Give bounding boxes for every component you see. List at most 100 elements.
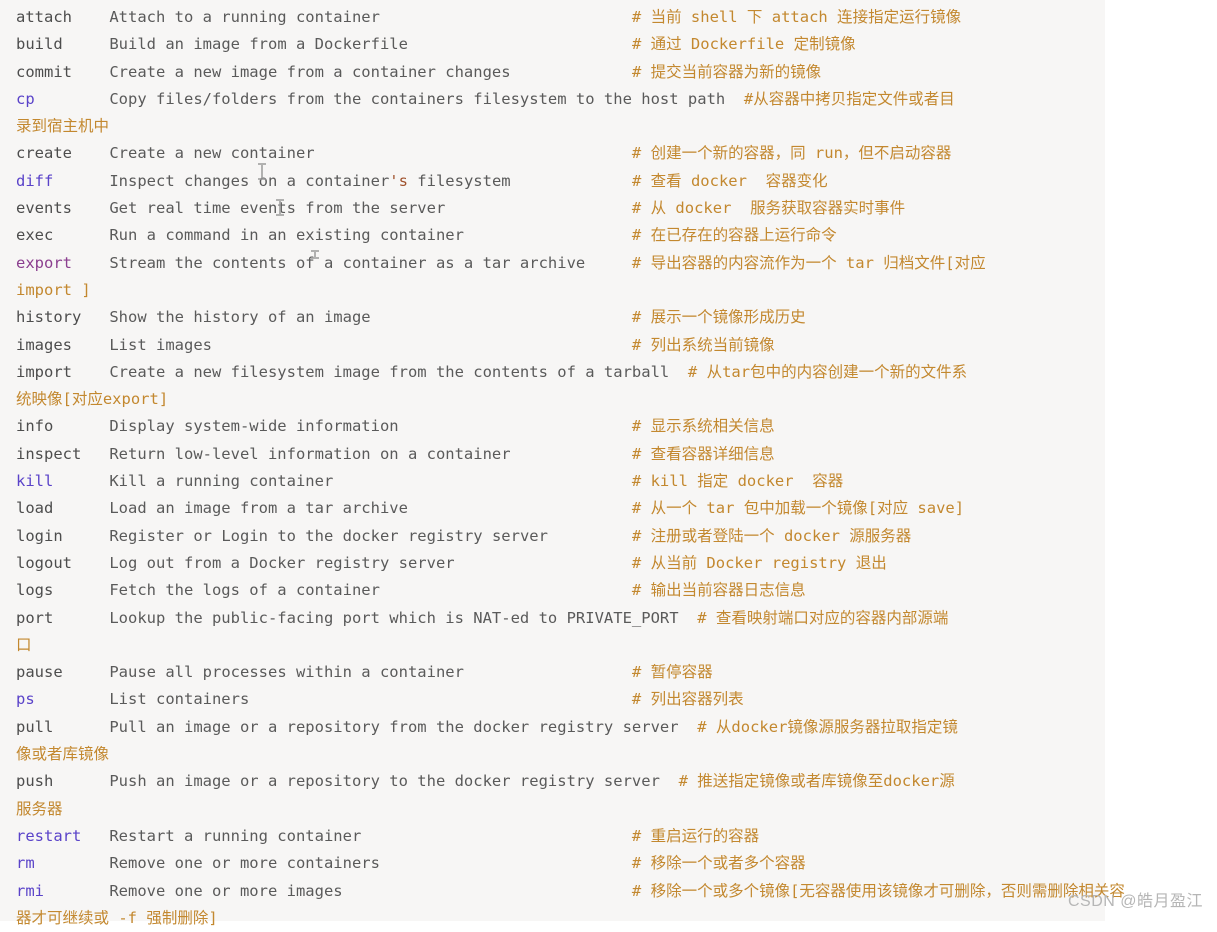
command-name: pull (16, 718, 53, 736)
command-description: Pull an image or a repository from the d… (109, 718, 678, 736)
comment-gap (380, 581, 632, 599)
command-line: push Push an image or a repository to th… (16, 768, 1217, 795)
command-name: login (16, 527, 63, 545)
command-comment: # 从当前 Docker registry 退出 (632, 554, 887, 572)
command-name: build (16, 35, 63, 53)
command-comment: # 从一个 tar 包中加载一个镜像[对应 save] (632, 499, 964, 517)
command-line: logs Fetch the logs of a container # 输出当… (16, 577, 1217, 604)
command-comment: #从容器中拷贝指定文件或者目 (744, 90, 955, 108)
column-gap (53, 417, 109, 435)
comment-gap (249, 690, 632, 708)
command-name: ps (16, 690, 35, 708)
command-line: info Display system-wide information # 显… (16, 413, 1217, 440)
command-name: exec (16, 226, 53, 244)
command-line: attach Attach to a running container # 当… (16, 4, 1217, 31)
command-description: List containers (109, 690, 249, 708)
command-description: Create a new filesystem image from the c… (109, 363, 669, 381)
command-line: create Create a new container # 创建一个新的容器… (16, 140, 1217, 167)
command-description: Pause all processes within a container (109, 663, 464, 681)
column-gap (53, 472, 109, 490)
command-comment: # 移除一个或者多个容器 (632, 854, 806, 872)
command-comment: # kill 指定 docker 容器 (632, 472, 843, 490)
comment-gap (679, 609, 698, 627)
comment-gap (408, 35, 632, 53)
command-name: restart (16, 827, 81, 845)
comment-gap (343, 882, 632, 900)
command-line: images List images # 列出系统当前镜像 (16, 332, 1217, 359)
command-description: Log out from a Docker registry server (109, 554, 454, 572)
comment-gap (725, 90, 744, 108)
command-name: events (16, 199, 72, 217)
column-gap (72, 8, 109, 26)
column-gap (35, 854, 110, 872)
command-line: kill Kill a running container # kill 指定 … (16, 468, 1217, 495)
command-line: commit Create a new image from a contain… (16, 59, 1217, 86)
command-description: Display system-wide information (109, 417, 398, 435)
comment-wrap-line: 口 (16, 632, 1217, 659)
command-line: restart Restart a running container # 重启… (16, 823, 1217, 850)
comment-gap (464, 663, 632, 681)
command-comment: # 列出容器列表 (632, 690, 744, 708)
command-line: exec Run a command in an existing contai… (16, 222, 1217, 249)
command-description: Return low-level information on a contai… (109, 445, 510, 463)
command-comment: # 在已存在的容器上运行命令 (632, 226, 837, 244)
command-description: List images (109, 336, 212, 354)
column-gap (53, 226, 109, 244)
command-line: cp Copy files/folders from the container… (16, 86, 1217, 113)
command-name: port (16, 609, 53, 627)
column-gap (63, 35, 110, 53)
command-description: Kill a running container (109, 472, 333, 490)
command-description: Push an image or a repository to the doc… (109, 772, 660, 790)
command-name: create (16, 144, 72, 162)
column-gap (53, 581, 109, 599)
column-gap (72, 363, 109, 381)
command-comment: # 推送指定镜像或者库镜像至docker源 (679, 772, 955, 790)
command-comment: # 移除一个或多个镜像[无容器使用该镜像才可删除，否则需删除相关容 (632, 882, 1125, 900)
column-gap (81, 445, 109, 463)
command-description: Remove one or more containers (109, 854, 380, 872)
command-name: import (16, 363, 72, 381)
column-gap (81, 308, 109, 326)
command-comment: # 展示一个镜像形成历史 (632, 308, 806, 326)
comment-gap (333, 472, 632, 490)
command-description: Show the history of an image (109, 308, 370, 326)
command-line: pause Pause all processes within a conta… (16, 659, 1217, 686)
command-name: logout (16, 554, 72, 572)
command-comment: # 从docker镜像源服务器拉取指定镜 (697, 718, 958, 736)
comment-gap (511, 172, 632, 190)
comment-wrap-line: 统映像[对应export] (16, 386, 1217, 413)
command-comment: # 查看容器详细信息 (632, 445, 775, 463)
command-line: logout Log out from a Docker registry se… (16, 550, 1217, 577)
comment-wrap-line: 像或者库镜像 (16, 741, 1217, 768)
comment-gap (511, 63, 632, 81)
command-comment: # 当前 shell 下 attach 连接指定运行镜像 (632, 8, 961, 26)
comment-gap (464, 226, 632, 244)
command-name: logs (16, 581, 53, 599)
comment-gap (660, 772, 679, 790)
column-gap (81, 827, 109, 845)
command-line: login Register or Login to the docker re… (16, 523, 1217, 550)
column-gap (72, 336, 109, 354)
command-name: push (16, 772, 53, 790)
command-comment: # 从 docker 服务获取容器实时事件 (632, 199, 905, 217)
command-comment: # 从tar包中的内容创建一个新的文件系 (688, 363, 967, 381)
command-description: Register or Login to the docker registry… (109, 527, 548, 545)
command-name: rmi (16, 882, 44, 900)
command-description: Lookup the public-facing port which is N… (109, 609, 678, 627)
comment-gap (361, 827, 632, 845)
command-line: import Create a new filesystem image fro… (16, 359, 1217, 386)
comment-gap (380, 8, 632, 26)
command-comment: # 重启运行的容器 (632, 827, 759, 845)
comment-gap (548, 527, 632, 545)
command-line: export Stream the contents of a containe… (16, 250, 1217, 277)
column-gap (53, 772, 109, 790)
command-name: kill (16, 472, 53, 490)
command-description: Restart a running container (109, 827, 361, 845)
comment-wrap-line: 录到宿主机中 (16, 113, 1217, 140)
comment-gap (585, 254, 632, 272)
comment-gap (511, 445, 632, 463)
command-description: Fetch the logs of a container (109, 581, 380, 599)
comment-gap (408, 499, 632, 517)
command-line: rmi Remove one or more images # 移除一个或多个镜… (16, 878, 1217, 905)
command-line: pull Pull an image or a repository from … (16, 714, 1217, 741)
